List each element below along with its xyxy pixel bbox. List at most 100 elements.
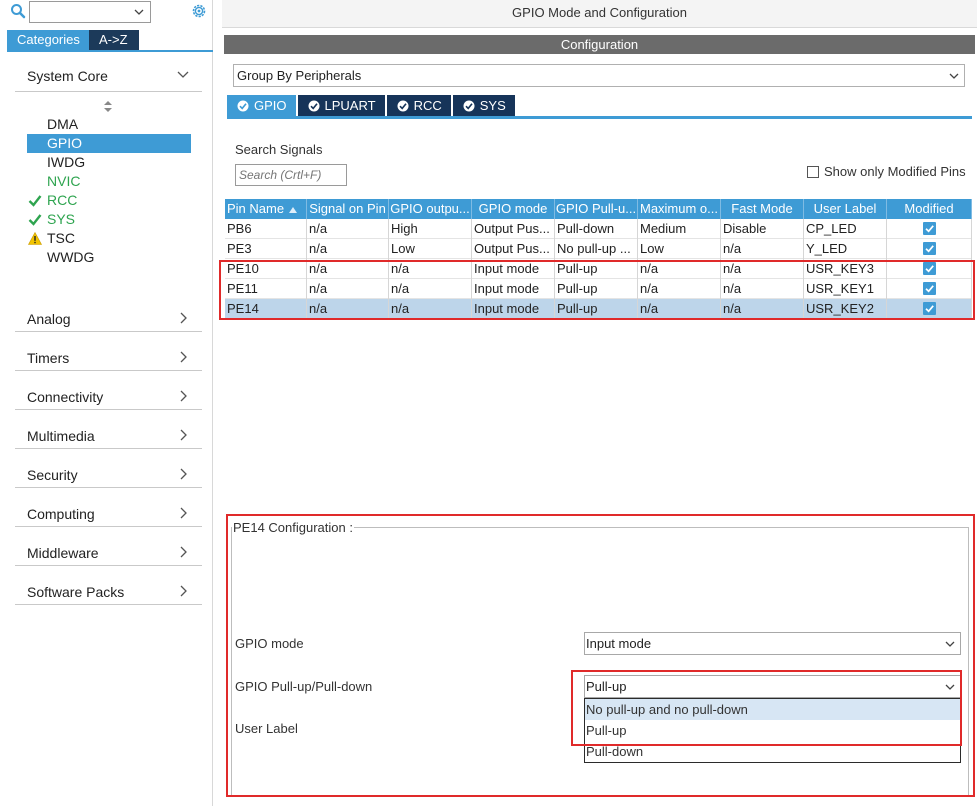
category-analog[interactable]: Analog [27, 311, 71, 327]
core-item-gpio[interactable]: GPIO [27, 134, 191, 153]
chevron-right-icon[interactable] [178, 546, 188, 558]
modified-checkbox[interactable] [922, 222, 936, 235]
core-item-dma[interactable]: DMA [27, 115, 191, 134]
option-no-pull[interactable]: No pull-up and no pull-down [585, 699, 960, 720]
option-pull-up[interactable]: Pull-up [585, 720, 960, 741]
cell-fast-mode: n/a [721, 279, 804, 299]
category-software-packs[interactable]: Software Packs [27, 584, 124, 600]
tab-lpuart[interactable]: LPUART [297, 95, 385, 116]
modified-checkbox[interactable] [922, 242, 936, 255]
column-header-pin-name[interactable]: Pin Name [225, 199, 307, 219]
cell-modified [887, 299, 972, 319]
core-item-sys[interactable]: SYS [27, 210, 191, 229]
checkmark-icon [924, 225, 934, 233]
category-tabs-underline [7, 50, 213, 52]
divider [15, 370, 202, 371]
cell-gpio-output: High [389, 219, 472, 239]
table-row-selected[interactable]: PE14 n/a n/a Input mode Pull-up n/a n/a … [225, 299, 972, 319]
divider [15, 448, 202, 449]
column-header-gpio-output[interactable]: GPIO outpu... [389, 199, 472, 219]
core-item-tsc[interactable]: TSC [27, 229, 191, 248]
divider [15, 565, 202, 566]
tab-a-to-z[interactable]: A->Z [89, 30, 139, 50]
cell-gpio-pull: Pull-up [555, 279, 638, 299]
category-system-core[interactable]: System Core [27, 68, 108, 84]
core-item-label: DMA [47, 116, 79, 132]
chevron-down-icon[interactable] [944, 681, 956, 693]
cell-max-speed: n/a [638, 259, 721, 279]
gear-icon[interactable] [190, 2, 208, 20]
core-item-rcc[interactable]: RCC [27, 191, 191, 210]
gpio-pull-select[interactable]: Pull-up [584, 675, 961, 698]
chevron-right-icon[interactable] [178, 429, 188, 441]
cell-fast-mode: Disable [721, 219, 804, 239]
column-header-max-speed[interactable]: Maximum o... [638, 199, 721, 219]
gpio-mode-select[interactable]: Input mode [584, 632, 961, 655]
group-by-value: Group By Peripherals [237, 68, 362, 83]
cell-gpio-output: n/a [389, 279, 472, 299]
tab-label: GPIO [254, 98, 287, 113]
show-modified-label: Show only Modified Pins [824, 164, 966, 179]
group-by-select[interactable]: Group By Peripherals [233, 64, 965, 87]
column-header-fast-mode[interactable]: Fast Mode [721, 199, 804, 219]
chevron-right-icon[interactable] [178, 351, 188, 363]
sort-icon[interactable] [104, 101, 112, 112]
search-icon[interactable] [10, 3, 26, 19]
chevron-down-icon[interactable] [133, 6, 145, 18]
column-header-user-label[interactable]: User Label [804, 199, 887, 219]
category-security[interactable]: Security [27, 467, 78, 483]
column-header-gpio-mode[interactable]: GPIO mode [472, 199, 555, 219]
core-item-label: NVIC [47, 173, 81, 189]
category-middleware[interactable]: Middleware [27, 545, 99, 561]
check-circle-icon [463, 100, 475, 111]
tab-gpio[interactable]: GPIO [227, 95, 296, 116]
cell-modified [887, 239, 972, 259]
cell-gpio-mode: Input mode [472, 259, 555, 279]
check-circle-icon [237, 100, 249, 111]
column-header-signal[interactable]: Signal on Pin [307, 199, 389, 219]
gpio-mode-label: GPIO mode [235, 636, 304, 651]
chevron-right-icon[interactable] [178, 390, 188, 402]
table-row[interactable]: PE3 n/a Low Output Pus... No pull-up ...… [225, 239, 972, 259]
divider [15, 409, 202, 410]
core-item-iwdg[interactable]: IWDG [27, 153, 191, 172]
chevron-right-icon[interactable] [178, 468, 188, 480]
column-header-gpio-pull[interactable]: GPIO Pull-u... [555, 199, 638, 219]
column-header-label: Pin Name [227, 201, 285, 216]
show-modified-checkbox[interactable] [807, 166, 819, 178]
category-connectivity[interactable]: Connectivity [27, 389, 103, 405]
chevron-right-icon[interactable] [178, 585, 188, 597]
cell-modified [887, 219, 972, 239]
cell-signal: n/a [307, 259, 389, 279]
tab-label: RCC [413, 98, 442, 113]
chevron-right-icon[interactable] [178, 507, 188, 519]
category-computing[interactable]: Computing [27, 506, 95, 522]
category-multimedia[interactable]: Multimedia [27, 428, 95, 444]
modified-checkbox[interactable] [922, 262, 936, 275]
option-pull-down[interactable]: Pull-down [585, 741, 960, 762]
table-row[interactable]: PB6 n/a High Output Pus... Pull-down Med… [225, 219, 972, 239]
search-signals-input[interactable] [235, 164, 347, 186]
core-item-wwdg[interactable]: WWDG [27, 248, 191, 267]
cell-max-speed: Low [638, 239, 721, 259]
component-search-combo[interactable] [29, 1, 151, 23]
table-row[interactable]: PE11 n/a n/a Input mode Pull-up n/a n/a … [225, 279, 972, 299]
core-item-nvic[interactable]: NVIC [27, 172, 191, 191]
cell-max-speed: n/a [638, 279, 721, 299]
tab-sys[interactable]: SYS [452, 95, 515, 116]
modified-checkbox[interactable] [922, 282, 936, 295]
chevron-down-icon[interactable] [944, 638, 956, 650]
chevron-down-icon[interactable] [176, 70, 190, 80]
cell-gpio-output: Low [389, 239, 472, 259]
column-header-modified[interactable]: Modified [887, 199, 972, 219]
chevron-down-icon[interactable] [948, 70, 960, 82]
modified-checkbox[interactable] [922, 302, 936, 315]
search-signals-label: Search Signals [235, 142, 323, 157]
tab-categories[interactable]: Categories [7, 30, 89, 50]
category-timers[interactable]: Timers [27, 350, 69, 366]
chevron-right-icon[interactable] [178, 312, 188, 324]
tab-rcc[interactable]: RCC [386, 95, 451, 116]
cell-pin-name: PE10 [225, 259, 307, 279]
table-row[interactable]: PE10 n/a n/a Input mode Pull-up n/a n/a … [225, 259, 972, 279]
divider [15, 487, 202, 488]
